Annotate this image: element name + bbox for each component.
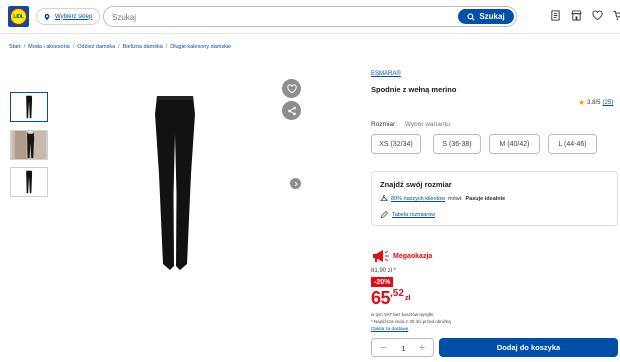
next-image-button[interactable] — [290, 178, 301, 189]
size-label: Rozmiar: Wybór wariantu — [371, 121, 450, 128]
hanger-icon — [380, 195, 388, 201]
size-option-m[interactable]: M (40/42) — [489, 134, 540, 154]
add-to-favorites-button[interactable] — [282, 79, 301, 98]
pencil-icon — [380, 211, 388, 219]
heart-icon — [286, 83, 297, 93]
promo-badge: Megaokazja — [371, 249, 432, 263]
search-button[interactable]: Szukaj — [458, 9, 514, 24]
gallery-thumbnail[interactable] — [10, 167, 48, 197]
size-option-s[interactable]: S (36-38) — [433, 134, 481, 154]
quantity-input[interactable] — [394, 342, 413, 354]
lowest-price-note: * Najniższa cena z 30 dni przed obniżką — [371, 319, 451, 324]
fit-text: Pasuje idealnie — [465, 196, 506, 202]
choose-store-button[interactable]: Wybierz sklep — [36, 8, 101, 25]
quantity-increase-button[interactable]: + — [415, 341, 429, 355]
leggings-back-thumbnail-image — [26, 170, 33, 194]
discount-badge: -20% — [371, 277, 394, 287]
rating-count-link[interactable]: (25) — [603, 100, 614, 106]
add-to-cart-button[interactable]: Dodaj do koszyka — [439, 338, 618, 357]
store-icon[interactable] — [571, 10, 582, 21]
receipt-icon[interactable] — [550, 10, 561, 21]
heart-icon[interactable] — [592, 10, 603, 21]
gallery-thumbnail[interactable] — [10, 92, 48, 122]
chevron-right-icon — [294, 181, 298, 186]
delivery-cost-link[interactable]: Opłata za dostawę — [371, 326, 408, 331]
search-button-label: Szukaj — [479, 12, 505, 21]
site-header: LIDL Wybierz sklep Szukaj — [0, 0, 620, 34]
promo-text: Megaokazja — [393, 252, 433, 260]
gallery-thumbnail[interactable] — [10, 130, 48, 160]
share-icon — [287, 106, 296, 115]
product-title: Spodnie z wełną merino — [371, 85, 457, 94]
header-icons — [550, 10, 620, 21]
brand-link[interactable]: ESMARA® — [371, 71, 401, 77]
star-icon: ★ — [578, 98, 586, 107]
share-button[interactable] — [282, 101, 301, 120]
megaphone-icon — [373, 250, 389, 262]
product-rating: ★ 3.8/5 (25) — [578, 99, 613, 107]
customers-text: mówi: — [448, 196, 463, 202]
model-thumbnail-image — [11, 131, 47, 159]
search-input[interactable] — [112, 11, 482, 23]
choose-store-label: Wybierz sklep — [55, 13, 93, 20]
breadcrumb-item[interactable]: Odzież damska — [77, 44, 115, 50]
breadcrumb-item[interactable]: Moda i akcesoria — [28, 44, 70, 50]
lidl-logo[interactable]: LIDL — [8, 6, 29, 27]
quantity-decrease-button[interactable]: − — [376, 341, 390, 355]
breadcrumb-item[interactable]: Długie kalesony damskie — [170, 44, 231, 50]
size-finder-title: Znajdź swój rozmiar — [380, 180, 452, 189]
product-main-image — [155, 96, 195, 270]
leggings-thumbnail-image — [26, 95, 33, 119]
customers-percentage-link[interactable]: 80% naszych klientów — [391, 196, 445, 202]
cart-icon[interactable] — [613, 10, 620, 21]
vat-note: w tym VAT bez kosztów wysyłki — [371, 312, 434, 317]
breadcrumb-item[interactable]: Bielizna damska — [123, 44, 163, 50]
variant-placeholder: Wybór wariantu — [404, 121, 450, 128]
size-option-xs[interactable]: XS (32/34) — [371, 134, 421, 154]
quantity-stepper: − + — [371, 338, 434, 357]
size-option-l[interactable]: L (44-46) — [548, 134, 597, 154]
size-finder-box: Znajdź swój rozmiar 80% naszych klientów… — [371, 171, 618, 226]
breadcrumb-item[interactable]: Start — [9, 44, 21, 50]
breadcrumb: Start / Moda i akcesoria / Odzież damska / … — [9, 44, 232, 50]
search-bar: Szukaj — [103, 6, 517, 27]
size-label-text: Rozmiar: — [371, 121, 398, 128]
logo-text: LIDL — [13, 13, 24, 20]
current-price: 65 ,52 zł — [371, 288, 410, 308]
price-cents: ,52 — [390, 288, 404, 299]
size-table-link[interactable]: Tabela rozmiarów — [392, 212, 435, 218]
price-main: 65 — [371, 288, 391, 308]
price-currency: zł — [404, 295, 411, 302]
old-price: 81,90 zł * — [371, 268, 397, 274]
rating-value: 3.8/5 — [587, 100, 601, 106]
search-icon — [467, 12, 475, 21]
location-pin-icon — [44, 13, 50, 20]
